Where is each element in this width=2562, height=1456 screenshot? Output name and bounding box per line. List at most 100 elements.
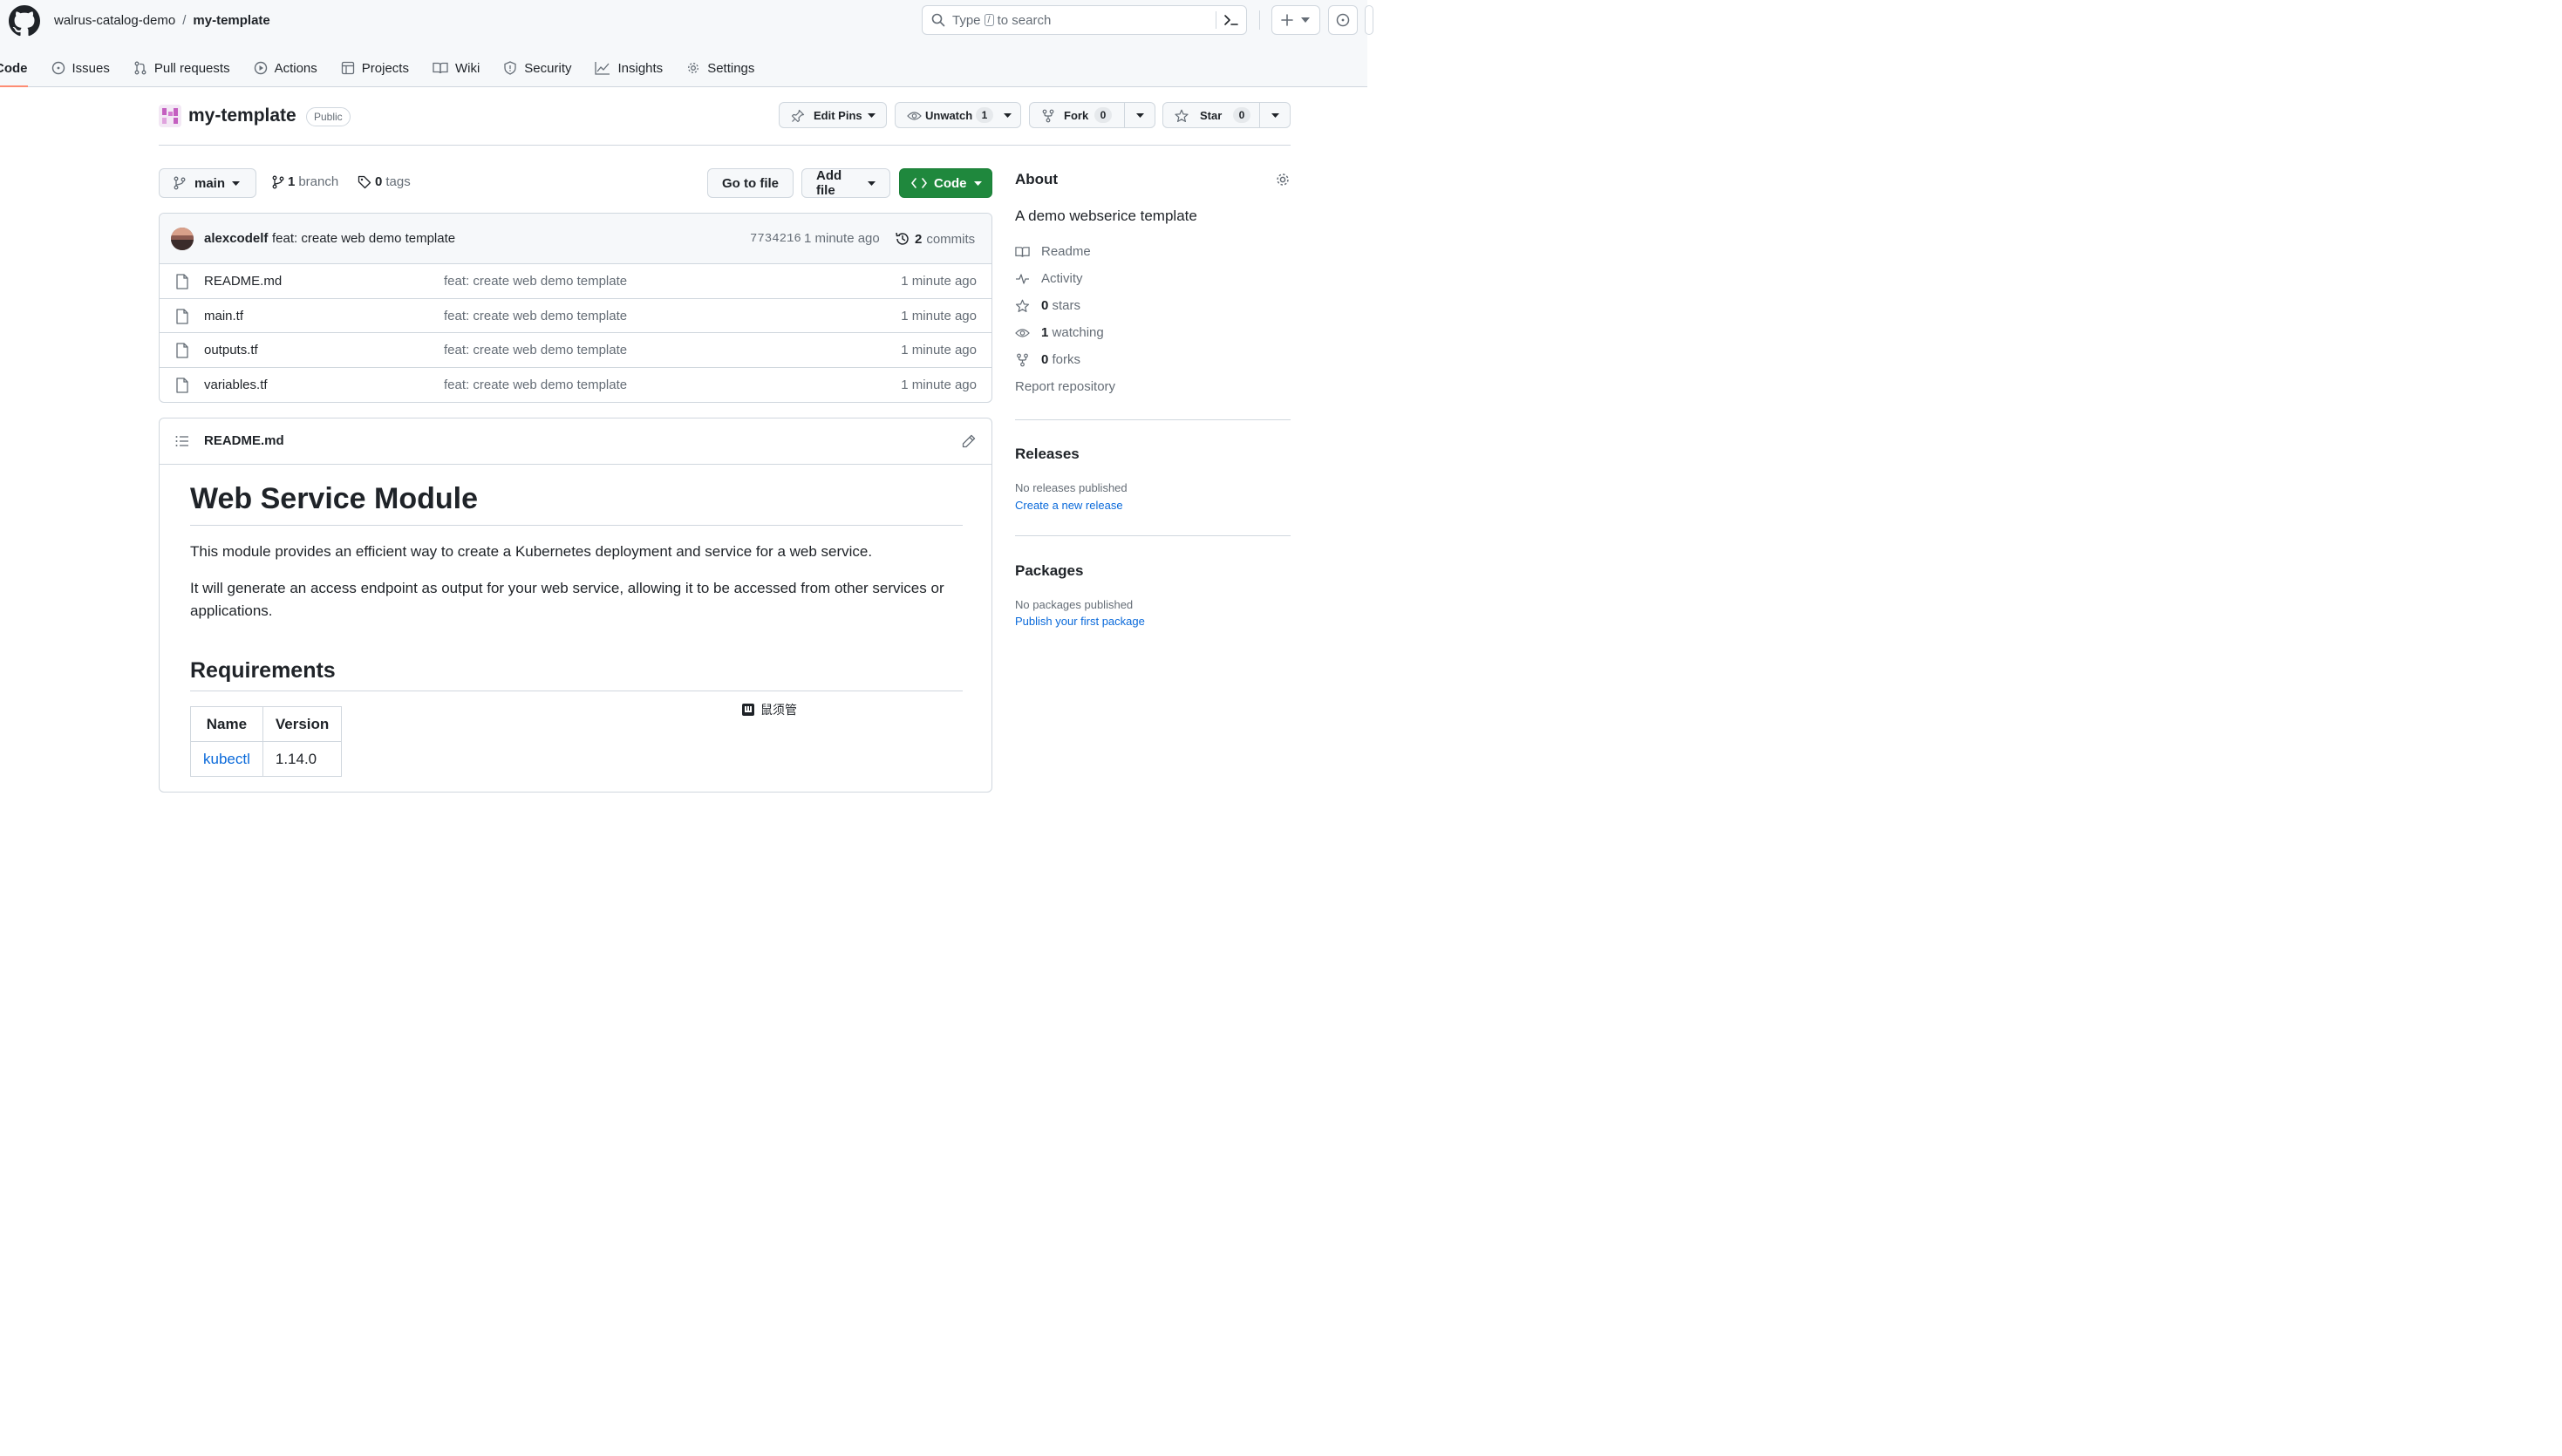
file-row[interactable]: main.tf feat: create web demo template 1… (160, 299, 991, 333)
tab-wiki[interactable]: Wiki (433, 49, 480, 87)
tab-actions-label: Actions (274, 60, 317, 76)
file-name[interactable]: outputs.tf (204, 343, 258, 357)
go-to-file-label: Go to file (722, 175, 779, 191)
graph-icon (595, 61, 610, 75)
packages-heading[interactable]: Packages (1015, 562, 1083, 580)
fork-icon (1042, 109, 1054, 123)
tab-pull-requests[interactable]: Pull requests (133, 49, 230, 87)
watchers-link[interactable]: 1 watching (1015, 325, 1104, 340)
breadcrumb-owner[interactable]: walrus-catalog-demo (54, 12, 175, 30)
go-to-file-button[interactable]: Go to file (707, 168, 794, 198)
code-button[interactable]: Code (899, 168, 992, 198)
github-logo-icon[interactable] (9, 5, 40, 37)
code-icon (911, 178, 927, 188)
forks-link[interactable]: 0 forks (1015, 352, 1080, 367)
tab-projects[interactable]: Projects (341, 49, 409, 87)
edit-pins-button[interactable]: Edit Pins (779, 102, 887, 128)
tab-insights-label: Insights (617, 60, 664, 76)
star-button[interactable]: Star 0 (1162, 102, 1291, 128)
commit-sha[interactable]: 7734216 (750, 232, 801, 246)
file-icon (175, 377, 189, 393)
readme-header: README.md (160, 418, 991, 465)
avatar[interactable] (171, 228, 194, 250)
unwatch-button[interactable]: Unwatch 1 (895, 102, 1021, 128)
readme-filename[interactable]: README.md (204, 433, 284, 448)
pull-requests-button[interactable] (1365, 5, 1373, 35)
search-input[interactable]: Type / to search (922, 5, 1247, 35)
commit-message[interactable]: feat: create web demo template (272, 231, 455, 246)
file-row[interactable]: outputs.tf feat: create web demo templat… (160, 333, 991, 368)
file-commit-message[interactable]: feat: create web demo template (444, 343, 627, 357)
table-header: Version (262, 706, 343, 742)
gear-icon[interactable] (1275, 172, 1291, 187)
tags-link[interactable]: 0 tags (358, 174, 411, 189)
edit-pins-label: Edit Pins (814, 109, 862, 122)
search-placeholder-prefix: Type (952, 12, 981, 28)
activity-link[interactable]: Activity (1015, 271, 1083, 286)
file-name[interactable]: variables.tf (204, 378, 268, 392)
tab-code[interactable]: Code (0, 49, 28, 87)
repo-title[interactable]: my-template (188, 104, 296, 128)
tab-issues-label: Issues (72, 60, 110, 76)
create-new-button[interactable] (1271, 5, 1320, 35)
repo-description: A demo webserice template (1015, 208, 1197, 224)
commit-author[interactable]: alexcodelf (204, 231, 268, 246)
fork-options-icon[interactable] (1136, 113, 1144, 118)
file-list: alexcodelf feat: create web demo templat… (159, 213, 992, 403)
tab-actions[interactable]: Actions (254, 49, 317, 87)
requirement-link[interactable]: kubectl (203, 751, 250, 767)
command-palette-icon[interactable] (1223, 13, 1239, 27)
tag-icon (358, 175, 371, 189)
readme-title: Web Service Module (190, 481, 963, 526)
pencil-icon[interactable] (962, 434, 976, 448)
tab-settings[interactable]: Settings (686, 49, 754, 87)
tag-label: tags (385, 174, 411, 189)
visibility-badge: Public (306, 107, 351, 126)
report-repository-link[interactable]: Report repository (1015, 379, 1115, 394)
tab-insights[interactable]: Insights (595, 49, 663, 87)
issue-icon (51, 61, 65, 75)
file-commit-message[interactable]: feat: create web demo template (444, 378, 627, 392)
list-unordered-icon[interactable] (175, 435, 189, 447)
stars-link[interactable]: 0 stars (1015, 298, 1080, 313)
table-cell: 1.14.0 (262, 741, 343, 777)
file-name[interactable]: README.md (204, 274, 282, 289)
releases-heading[interactable]: Releases (1015, 446, 1080, 463)
git-branch-icon (272, 175, 284, 189)
file-name[interactable]: main.tf (204, 309, 243, 323)
fork-button[interactable]: Fork 0 (1029, 102, 1155, 128)
file-commit-message[interactable]: feat: create web demo template (444, 309, 627, 323)
file-commit-message[interactable]: feat: create web demo template (444, 274, 627, 289)
global-header: walrus-catalog-demo / my-template Type /… (0, 0, 1373, 87)
file-row[interactable]: variables.tf feat: create web demo templ… (160, 368, 991, 403)
readme-link[interactable]: Readme (1015, 244, 1091, 259)
star-lists-icon[interactable] (1271, 113, 1279, 118)
breadcrumb-repo[interactable]: my-template (193, 12, 269, 30)
add-file-button[interactable]: Add file (801, 168, 890, 198)
readme-paragraph: This module provides an efficient way to… (190, 543, 873, 560)
create-release-link[interactable]: Create a new release (1015, 499, 1123, 512)
fork-counter: 0 (1094, 107, 1112, 123)
branch-select-button[interactable]: main (159, 168, 256, 198)
gear-icon (686, 61, 700, 75)
book-icon (433, 61, 448, 75)
triangle-down-icon (232, 180, 241, 186)
pin-icon (791, 109, 805, 123)
ime-logo-icon (741, 703, 755, 717)
eye-icon (1015, 327, 1030, 339)
your-issues-button[interactable] (1328, 5, 1358, 35)
tab-security[interactable]: Security (503, 49, 571, 87)
ime-indicator: 鼠须管 (738, 700, 801, 719)
table-row: kubectl 1.14.0 (190, 741, 343, 777)
branches-link[interactable]: 1 branch (272, 174, 338, 189)
releases-note: No releases published (1015, 481, 1128, 494)
commits-history-link[interactable]: 2 commits (895, 231, 975, 247)
publish-package-link[interactable]: Publish your first package (1015, 615, 1145, 628)
readme-paragraph: It will generate an access endpoint as o… (190, 580, 944, 619)
tab-issues[interactable]: Issues (51, 49, 110, 87)
commit-count: 2 (915, 231, 923, 247)
file-age: 1 minute ago (901, 274, 977, 289)
file-row[interactable]: README.md feat: create web demo template… (160, 264, 991, 299)
triangle-down-icon (868, 113, 876, 118)
tag-count: 0 (375, 174, 383, 189)
